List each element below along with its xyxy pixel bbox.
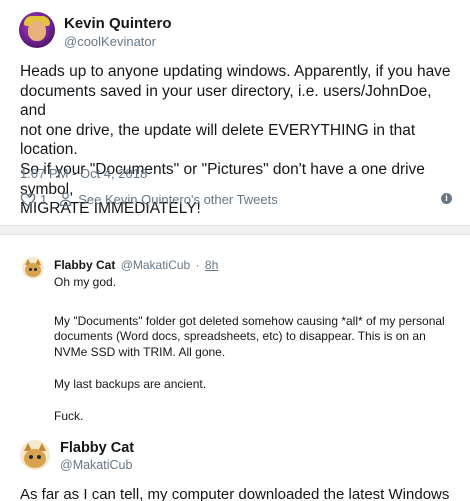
avatar-face-shape xyxy=(28,21,46,41)
separator: · xyxy=(195,258,200,272)
heart-icon[interactable] xyxy=(20,192,36,207)
tweet-timestamp[interactable]: 1:07 PM - Oct 4, 2018 xyxy=(20,166,147,181)
avatar[interactable] xyxy=(20,440,50,470)
reply-paragraph: My "Documents" folder got deleted someho… xyxy=(54,313,445,360)
card-gap xyxy=(0,226,470,234)
avatar[interactable] xyxy=(19,12,55,48)
person-icon xyxy=(59,192,72,206)
reply-paragraph: Oh my god. xyxy=(54,275,117,289)
display-name[interactable]: Flabby Cat xyxy=(54,258,115,272)
cat-eye-shape xyxy=(29,268,32,271)
cat-eye-shape xyxy=(37,455,41,459)
other-tweets-link[interactable]: See Kevin Quintero's other Tweets xyxy=(78,192,278,207)
cat-eye-shape xyxy=(29,455,33,459)
cat-head-shape xyxy=(24,449,46,468)
cat-head-shape xyxy=(25,263,41,277)
tweet-text-line: documents saved in your user directory, … xyxy=(20,82,432,120)
main-tweet-card: Kevin Quintero @coolKevinator Heads up t… xyxy=(0,0,470,226)
handle[interactable]: @coolKevinator xyxy=(64,34,156,49)
avatar[interactable] xyxy=(22,257,44,279)
reply-paragraph: Fuck. xyxy=(54,408,84,423)
reply-time[interactable]: 8h xyxy=(205,258,218,272)
reply-header: Flabby Cat @MakatiCub · 8h xyxy=(54,258,218,272)
tweet-text-line: not one drive, the update will delete EV… xyxy=(20,121,416,159)
info-icon[interactable]: i xyxy=(441,193,452,204)
display-name[interactable]: Kevin Quintero xyxy=(64,15,172,32)
reply-text: Oh my god. My "Documents" folder got del… xyxy=(54,275,460,440)
handle[interactable]: @MakatiCub xyxy=(60,458,132,472)
handle[interactable]: @MakatiCub xyxy=(121,258,191,272)
tweet-text: As far as I can tell, my computer downlo… xyxy=(20,486,450,501)
tweet-text-line: Heads up to anyone updating windows. App… xyxy=(20,63,451,80)
like-count: 1 xyxy=(40,191,48,207)
tweet-actions: 1 See Kevin Quintero's other Tweets xyxy=(20,190,278,208)
reply-paragraph: My last backups are ancient. xyxy=(54,376,207,391)
reply-card: Flabby Cat @MakatiCub · 8h Oh my god. My… xyxy=(0,234,470,501)
cat-eye-shape xyxy=(34,268,37,271)
display-name[interactable]: Flabby Cat xyxy=(60,440,134,456)
